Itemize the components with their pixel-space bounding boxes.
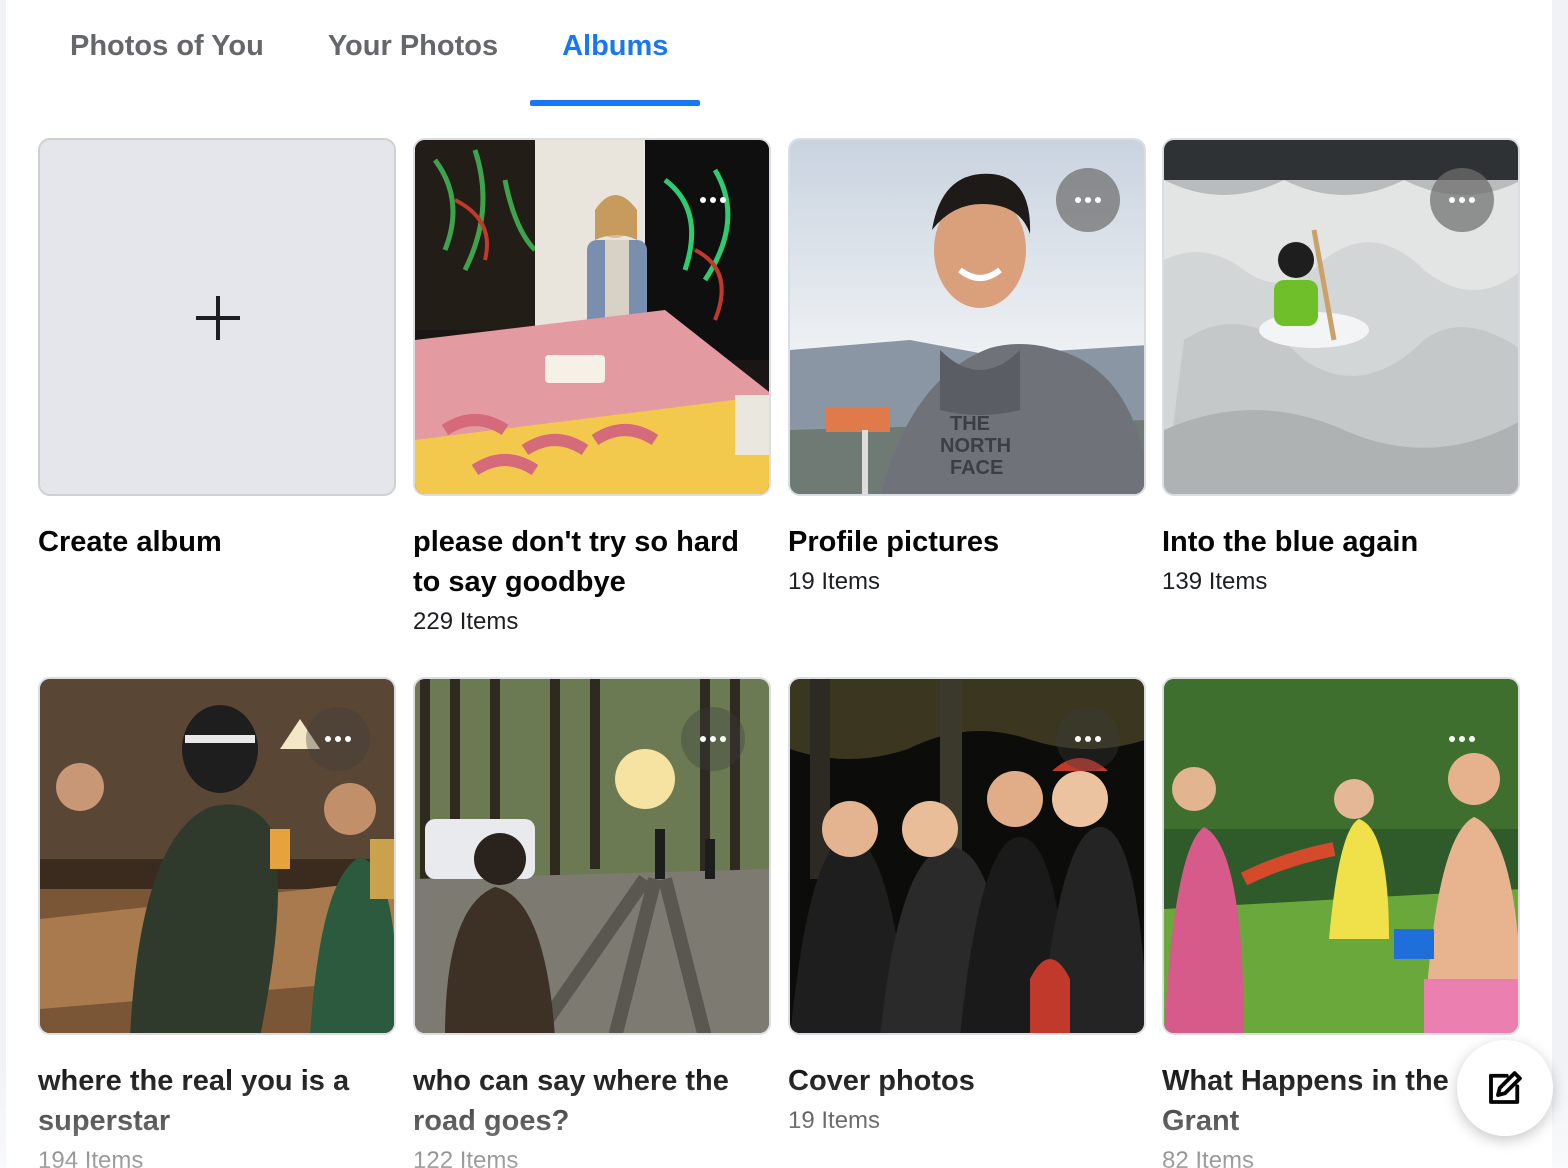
album-cover-image[interactable]: [1162, 138, 1520, 496]
tab-your-photos[interactable]: Your Photos: [296, 0, 530, 106]
album-cover-image[interactable]: [413, 138, 771, 496]
album-title[interactable]: Into the blue again: [1162, 522, 1520, 562]
more-options-icon: [325, 736, 351, 742]
svg-text:THE: THE: [950, 413, 990, 435]
right-gutter: [1552, 0, 1568, 1168]
album-cover-image[interactable]: THE NORTH FACE: [788, 138, 1146, 496]
album-title[interactable]: where the real you is a superstar: [38, 1061, 396, 1141]
album-card[interactable]: where the real you is a superstar 194 It…: [38, 677, 396, 1168]
album-item-count: 139 Items: [1162, 568, 1268, 595]
more-options-button[interactable]: [306, 707, 370, 771]
album-cover-image[interactable]: [38, 677, 396, 1035]
album-title[interactable]: Cover photos: [788, 1061, 1146, 1101]
album-card[interactable]: THE NORTH FACE Profile pictures 19 Items: [788, 138, 1146, 602]
album-item-count: 194 Items: [38, 1147, 144, 1168]
album-card[interactable]: please don't try so hard to say goodbye …: [413, 138, 771, 642]
compose-edit-icon: [1489, 1071, 1522, 1104]
album-item-count: 82 Items: [1162, 1147, 1255, 1168]
create-album-card[interactable]: Create album: [38, 138, 396, 562]
tab-albums[interactable]: Albums: [530, 0, 701, 106]
more-options-button[interactable]: [1056, 707, 1120, 771]
svg-text:FACE: FACE: [950, 457, 1003, 479]
left-gutter: [0, 0, 6, 1168]
album-cover-image[interactable]: [413, 677, 771, 1035]
more-options-button[interactable]: [1430, 168, 1494, 232]
album-item-count: 19 Items: [788, 568, 881, 595]
album-title[interactable]: Profile pictures: [788, 522, 1146, 562]
album-card[interactable]: Into the blue again 139 Items: [1162, 138, 1520, 602]
album-item-count: 122 Items: [413, 1147, 519, 1168]
tab-photos-of-you[interactable]: Photos of You: [38, 0, 296, 106]
album-card[interactable]: who can say where the road goes? 122 Ite…: [413, 677, 771, 1168]
more-options-icon: [1449, 197, 1475, 203]
compose-button[interactable]: [1457, 1040, 1553, 1136]
more-options-icon: [1075, 197, 1101, 203]
create-album-tile[interactable]: [38, 138, 396, 496]
album-item-count: 19 Items: [788, 1107, 881, 1134]
more-options-button[interactable]: [1430, 707, 1494, 771]
album-card[interactable]: Cover photos 19 Items: [788, 677, 1146, 1141]
more-options-button[interactable]: [1056, 168, 1120, 232]
more-options-icon: [1075, 736, 1101, 742]
photo-tabs: Photos of You Your Photos Albums: [38, 0, 701, 106]
more-options-icon: [700, 736, 726, 742]
plus-icon: [196, 296, 240, 340]
album-item-count: 229 Items: [413, 608, 519, 635]
more-options-button[interactable]: [681, 168, 745, 232]
album-title[interactable]: who can say where the road goes?: [413, 1061, 771, 1141]
more-options-button[interactable]: [681, 707, 745, 771]
album-cover-image[interactable]: [788, 677, 1146, 1035]
more-options-icon: [1449, 736, 1475, 742]
more-options-icon: [700, 197, 726, 203]
album-cover-image[interactable]: [1162, 677, 1520, 1035]
create-album-label[interactable]: Create album: [38, 522, 396, 562]
album-title[interactable]: please don't try so hard to say goodbye: [413, 522, 771, 602]
svg-text:NORTH: NORTH: [940, 435, 1011, 457]
